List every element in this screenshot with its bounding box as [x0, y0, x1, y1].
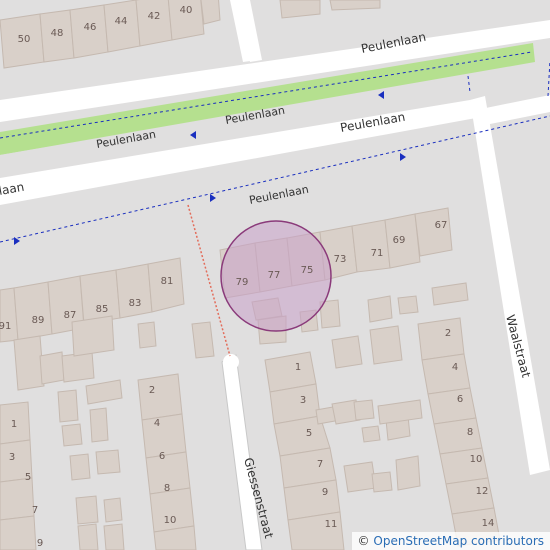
house-number: 10 — [164, 515, 177, 526]
house-number: 81 — [161, 276, 174, 287]
map-canvas[interactable]: Peulenlaan Peulenlaan Peulenlaan Peulenl… — [0, 0, 550, 550]
house-number: 44 — [115, 16, 128, 27]
house-number: 6 — [159, 451, 165, 462]
house-number: 2 — [149, 385, 155, 396]
house-number: 7 — [32, 505, 38, 516]
house-number: 11 — [325, 519, 338, 530]
house-number: 77 — [268, 270, 281, 281]
openstreetmap-link[interactable]: OpenStreetMap contributors — [373, 534, 544, 548]
house-number: 42 — [148, 11, 161, 22]
house-number: 9 — [322, 487, 328, 498]
road-turn-circle — [223, 354, 239, 370]
house-number: 48 — [51, 28, 64, 39]
house-number: 85 — [96, 304, 109, 315]
house-number: 5 — [306, 428, 312, 439]
house-number: 6 — [457, 394, 463, 405]
house-number: 87 — [64, 310, 77, 321]
house-number: 89 — [32, 315, 45, 326]
house-number: 5 — [25, 472, 31, 483]
house-number: 3 — [9, 452, 15, 463]
house-number: 14 — [482, 518, 495, 529]
house-number: 46 — [84, 22, 97, 33]
map-attribution: © OpenStreetMap contributors — [351, 532, 550, 550]
attribution-prefix: © — [357, 534, 374, 548]
house-number: 91 — [0, 321, 11, 332]
house-number: 50 — [18, 34, 31, 45]
house-number: 7 — [317, 459, 323, 470]
house-number: 1 — [11, 419, 17, 430]
house-number: 67 — [435, 220, 448, 231]
house-number: 3 — [300, 395, 306, 406]
house-number: 40 — [180, 5, 193, 16]
house-number: 71 — [371, 248, 384, 259]
house-number: 2 — [445, 328, 451, 339]
house-number: 4 — [452, 362, 458, 373]
house-number: 4 — [154, 418, 160, 429]
house-number: 12 — [476, 486, 489, 497]
house-number: 9 — [37, 538, 43, 549]
house-number: 83 — [129, 298, 142, 309]
house-number: 10 — [470, 454, 483, 465]
house-number: 8 — [164, 483, 170, 494]
house-number: 8 — [467, 427, 473, 438]
house-number: 75 — [301, 265, 314, 276]
house-number: 79 — [236, 277, 249, 288]
house-number: 73 — [334, 254, 347, 265]
house-number: 1 — [295, 362, 301, 373]
house-number: 69 — [393, 235, 406, 246]
